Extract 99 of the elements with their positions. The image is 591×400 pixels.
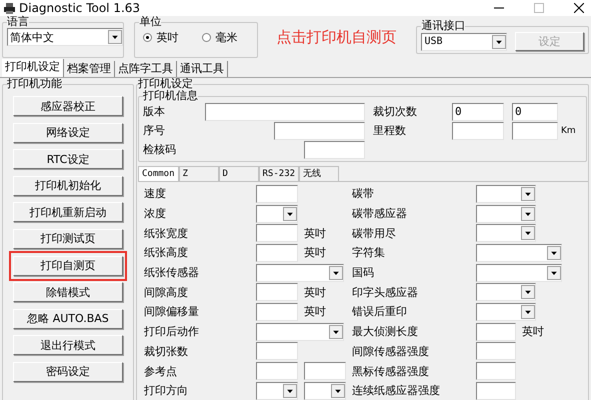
dropdown[interactable] bbox=[476, 244, 562, 262]
input-field[interactable] bbox=[476, 322, 516, 341]
field-label: 打印方向 bbox=[144, 383, 189, 398]
dropdown[interactable] bbox=[256, 382, 298, 400]
input-field[interactable] bbox=[256, 244, 298, 262]
group-label: 打印机信息 bbox=[143, 90, 198, 102]
field-label: 字符集 bbox=[352, 245, 386, 260]
dropdown[interactable]: USB bbox=[421, 32, 508, 50]
input-field[interactable] bbox=[256, 302, 298, 321]
input-field[interactable] bbox=[256, 283, 298, 302]
field-label: 碳带感应器 bbox=[352, 206, 408, 222]
dropdown[interactable]: 简体中文 bbox=[7, 28, 123, 46]
tab[interactable]: Common bbox=[138, 166, 179, 181]
printer-icon bbox=[4, 2, 15, 14]
function-button[interactable]: 忽略 AUTO.BAS bbox=[13, 308, 123, 329]
input-field[interactable] bbox=[256, 224, 298, 242]
input-field[interactable] bbox=[476, 342, 516, 360]
input-field[interactable]: 0 bbox=[512, 102, 558, 120]
field-label: 序号 bbox=[143, 123, 166, 138]
function-button[interactable]: 退出行模式 bbox=[13, 335, 123, 356]
field-label: 印字头感应器 bbox=[352, 284, 419, 300]
input-field[interactable]: 0 bbox=[452, 102, 504, 120]
input-field[interactable] bbox=[476, 382, 516, 400]
annotation-text: 点击打印机自测页 bbox=[276, 28, 396, 46]
field-label: 错误后重印 bbox=[352, 304, 408, 320]
tab[interactable]: 档案管理 bbox=[64, 61, 115, 77]
tab[interactable]: 通讯工具 bbox=[177, 61, 228, 77]
dropdown[interactable] bbox=[476, 302, 536, 321]
close-icon[interactable] bbox=[574, 3, 584, 13]
function-button[interactable]: RTC设定 bbox=[13, 149, 123, 170]
window-title: Diagnostic Tool 1.63 bbox=[19, 1, 142, 15]
field-label: 间隙高度 bbox=[144, 284, 189, 300]
tab[interactable]: 打印机设定 bbox=[2, 59, 64, 77]
unit-label: 英吋 bbox=[304, 226, 326, 241]
field-label: 参考点 bbox=[144, 364, 178, 379]
field-label: 打印后动作 bbox=[144, 324, 200, 340]
field-label: 国码 bbox=[352, 265, 375, 280]
dropdown[interactable] bbox=[476, 204, 536, 223]
dropdown-value: USB bbox=[424, 36, 442, 47]
input-field[interactable] bbox=[205, 102, 365, 120]
unit-label: 英吋 bbox=[304, 284, 326, 300]
dropdown[interactable] bbox=[256, 204, 298, 223]
field-label: 最大侦测长度 bbox=[352, 324, 419, 340]
field-label: 碳带 bbox=[352, 186, 375, 202]
input-field[interactable] bbox=[256, 184, 298, 203]
function-button[interactable]: 密码设定 bbox=[13, 362, 123, 382]
dropdown[interactable] bbox=[304, 382, 346, 400]
tab[interactable]: Z bbox=[178, 166, 219, 181]
tab[interactable]: D bbox=[218, 166, 259, 181]
unit-label: 英吋 bbox=[522, 324, 544, 340]
unit-label: 英吋 bbox=[304, 304, 326, 320]
dropdown-value: 简体中文 bbox=[10, 30, 54, 44]
radio-option[interactable]: 毫米 bbox=[202, 30, 238, 45]
dropdown[interactable] bbox=[476, 283, 536, 302]
unit-label: Km bbox=[561, 126, 576, 136]
input-field[interactable] bbox=[512, 122, 558, 140]
group-label: 单位 bbox=[139, 16, 162, 28]
tab[interactable]: RS-232 bbox=[258, 166, 300, 181]
input-field[interactable] bbox=[274, 122, 365, 140]
function-button[interactable]: 感应器校正 bbox=[13, 96, 123, 116]
input-field[interactable] bbox=[452, 122, 504, 140]
field-label: 纸张高度 bbox=[144, 245, 189, 260]
field-label: 浓度 bbox=[144, 206, 167, 222]
group-label: 打印机功能 bbox=[7, 78, 62, 90]
input-field[interactable] bbox=[476, 362, 516, 380]
input-field[interactable] bbox=[256, 362, 298, 380]
dropdown[interactable] bbox=[476, 264, 562, 282]
field-label: 版本 bbox=[143, 104, 166, 119]
input-field[interactable] bbox=[304, 362, 346, 380]
field-label: 速度 bbox=[144, 186, 167, 202]
field-label: 纸张宽度 bbox=[144, 226, 189, 241]
function-button[interactable]: 打印机初始化 bbox=[13, 176, 123, 196]
field-label: 间隙传感器强度 bbox=[352, 344, 430, 359]
group-label: 通讯接口 bbox=[421, 20, 466, 32]
field-label: 碳带用尽 bbox=[352, 226, 397, 241]
dropdown[interactable] bbox=[476, 184, 536, 203]
group-label: 语言 bbox=[7, 16, 29, 28]
dropdown[interactable] bbox=[256, 322, 344, 341]
field-label: 检核码 bbox=[143, 142, 177, 157]
radio-option[interactable]: 英吋 bbox=[143, 30, 178, 45]
unit-label: 英吋 bbox=[304, 245, 326, 260]
input-field[interactable] bbox=[304, 140, 365, 158]
dropdown[interactable] bbox=[476, 224, 536, 242]
field-label: 里程数 bbox=[372, 123, 407, 138]
field-label: 黑标传感器强度 bbox=[352, 364, 430, 379]
function-button[interactable]: 网络设定 bbox=[13, 122, 123, 143]
function-button[interactable]: 打印自测页 bbox=[13, 256, 123, 276]
field-label: 裁切次数 bbox=[372, 104, 418, 119]
input-field[interactable] bbox=[256, 342, 298, 360]
field-label: 裁切张数 bbox=[144, 344, 189, 359]
tab[interactable]: 无线 bbox=[299, 166, 340, 181]
function-button[interactable]: 除错模式 bbox=[13, 282, 123, 302]
field-label: 间隙偏移量 bbox=[144, 304, 200, 320]
function-button[interactable]: 打印机重新启动 bbox=[13, 202, 123, 222]
dropdown[interactable] bbox=[256, 264, 344, 282]
field-label: 连续纸感应器强度 bbox=[352, 383, 441, 398]
group-label: 打印机设定 bbox=[138, 78, 193, 90]
field-label: 纸张传感器 bbox=[144, 265, 200, 280]
function-button[interactable]: 打印测试页 bbox=[13, 228, 123, 249]
